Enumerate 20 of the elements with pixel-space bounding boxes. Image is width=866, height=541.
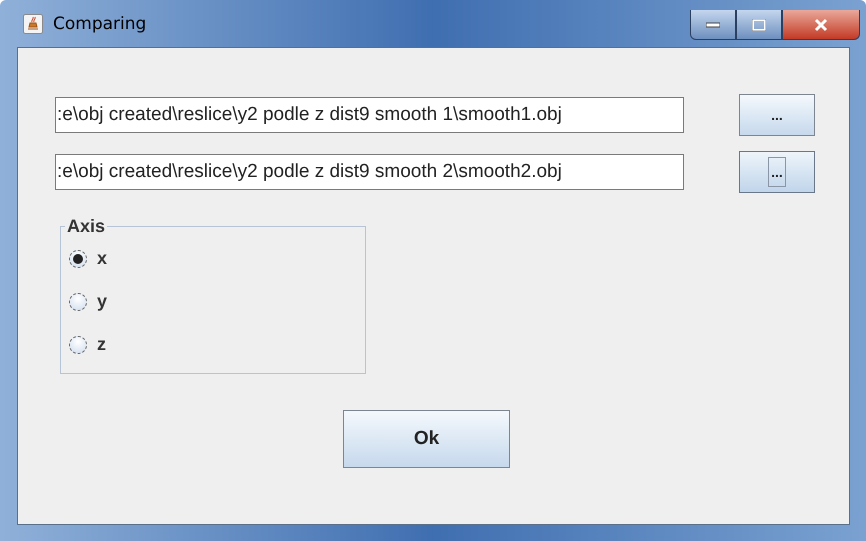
browse-button[interactable]: ... [739, 94, 815, 136]
close-button[interactable] [782, 10, 860, 40]
file-path-field[interactable]: :e\obj created\reslice\y2 podle z dist9 smooth 2\smooth2.obj [55, 154, 684, 190]
maximize-button[interactable] [736, 10, 782, 40]
file-path-field[interactable]: :e\obj created\reslice\y2 podle z dist9 smooth 1\smooth1.obj [55, 97, 684, 133]
radio-button[interactable] [69, 250, 87, 268]
close-icon [813, 18, 829, 32]
radio-option[interactable]: z [69, 323, 365, 366]
maximize-icon [752, 18, 766, 30]
minimize-button[interactable] [690, 10, 736, 40]
ok-button[interactable]: Ok [343, 410, 510, 468]
minimize-icon [706, 22, 720, 28]
radio-option[interactable]: y [69, 280, 365, 323]
group-title: Axis [66, 216, 106, 237]
window-title: Comparing [53, 14, 146, 34]
radio-button[interactable] [69, 292, 87, 310]
radio-button[interactable] [69, 336, 87, 354]
radio-option[interactable]: x [69, 237, 365, 280]
browse-button[interactable]: ... [739, 151, 815, 193]
cup-icon [23, 14, 43, 34]
